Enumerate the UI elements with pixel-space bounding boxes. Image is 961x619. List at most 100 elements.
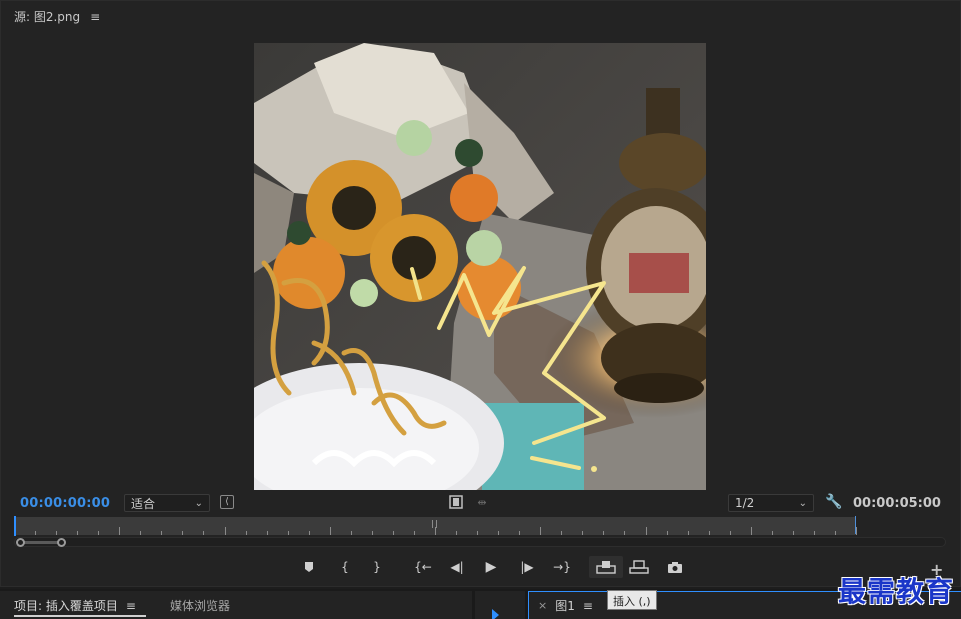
ruler-tick	[456, 531, 457, 535]
ruler-tick	[140, 531, 141, 535]
ruler-tick	[793, 531, 794, 535]
chevron-down-icon: ⌄	[798, 497, 807, 509]
ruler-tick	[35, 531, 36, 535]
go-to-out-icon: →}	[553, 560, 571, 574]
tools-panel	[475, 591, 525, 619]
resolution-select-value: 1/2	[735, 496, 755, 510]
ruler-tick	[267, 531, 268, 535]
ruler-tick	[119, 527, 120, 535]
step-back-button[interactable]: ◀|	[445, 556, 469, 578]
ruler-tick	[751, 527, 752, 535]
ruler-tick	[56, 531, 57, 535]
playhead[interactable]	[14, 516, 16, 536]
compare-icon[interactable]: ⇹	[475, 495, 489, 509]
camera-icon	[668, 562, 682, 573]
monitor-controls-row: 00:00:00:00 适合 ⌄ ⟨ ⇹ 1/2 ⌄ 🔧 00:00:05:00	[0, 492, 961, 514]
mark-in-icon: {	[341, 560, 349, 574]
ruler-tick	[246, 531, 247, 535]
sequence-tab[interactable]: × 图1 ≡	[538, 597, 593, 614]
close-icon[interactable]: ×	[538, 599, 547, 612]
ruler-tick	[835, 531, 836, 535]
ruler-tick	[477, 531, 478, 535]
zoom-scrollbar[interactable]	[14, 537, 946, 547]
ruler-tick	[772, 531, 773, 535]
mark-out-icon: }	[373, 560, 381, 574]
ruler-tick	[540, 527, 541, 535]
marker-icon	[305, 562, 313, 572]
ruler-tick	[435, 527, 436, 535]
go-to-out-button[interactable]: →}	[550, 556, 574, 578]
insert-button[interactable]	[589, 556, 623, 578]
overwrite-icon	[629, 560, 649, 574]
safe-margin-icon[interactable]: ⟨	[220, 495, 234, 509]
ruler-tick	[856, 527, 857, 535]
project-tab-label: 项目: 插入覆盖项目	[14, 599, 118, 613]
ruler-tick	[225, 527, 226, 535]
mark-out-button[interactable]: }	[365, 556, 389, 578]
sequence-tab-label: 图1	[555, 599, 575, 613]
ruler-tick	[730, 531, 731, 535]
timecode-in[interactable]: 00:00:00:00	[20, 496, 110, 511]
step-forward-icon: |▶	[520, 560, 534, 574]
timecode-duration: 00:00:05:00	[853, 496, 941, 511]
ruler-tick	[414, 531, 415, 535]
fit-select[interactable]: 适合 ⌄	[124, 494, 210, 512]
source-tab-label: 源: 图2.png	[14, 10, 81, 24]
time-ruler[interactable]	[14, 517, 857, 535]
ruler-tick	[203, 531, 204, 535]
panel-menu-icon[interactable]: ≡	[126, 599, 136, 613]
insert-tooltip: 插入 (,)	[607, 590, 657, 610]
add-marker-button[interactable]	[297, 556, 321, 578]
active-tab-underline	[14, 615, 146, 617]
ruler-tick	[814, 531, 815, 535]
panel-menu-icon[interactable]: ≡	[90, 10, 100, 24]
insert-icon	[596, 561, 616, 574]
ruler-tick	[519, 531, 520, 535]
panel-menu-icon[interactable]: ≡	[583, 599, 593, 613]
overwrite-button[interactable]	[627, 556, 651, 578]
ruler-tick	[688, 531, 689, 535]
media-browser-tab[interactable]: 媒体浏览器	[170, 597, 230, 614]
ruler-tick	[288, 531, 289, 535]
ruler-tick	[309, 531, 310, 535]
zoom-range	[20, 541, 62, 544]
ruler-tick	[498, 531, 499, 535]
ruler-tick	[624, 531, 625, 535]
play-icon: ▶	[485, 559, 497, 575]
ruler-tick	[603, 531, 604, 535]
ruler-tick	[667, 531, 668, 535]
go-to-in-icon: {←	[414, 560, 432, 574]
zoom-handle-right[interactable]	[57, 538, 66, 547]
chevron-down-icon: ⌄	[194, 497, 203, 509]
fit-select-value: 适合	[131, 496, 156, 511]
ruler-tick	[77, 531, 78, 535]
wrench-icon[interactable]: 🔧	[825, 494, 842, 510]
go-to-in-button[interactable]: {←	[411, 556, 435, 578]
ruler-tick	[709, 531, 710, 535]
step-back-icon: ◀|	[450, 560, 464, 574]
export-frame-button[interactable]	[663, 556, 687, 578]
ruler-tick	[372, 531, 373, 535]
ruler-tick	[646, 527, 647, 535]
ruler-center-mark	[432, 520, 437, 528]
end-marker	[855, 516, 856, 534]
resolution-select[interactable]: 1/2 ⌄	[728, 494, 814, 512]
mark-in-button[interactable]: {	[333, 556, 357, 578]
zoom-handle-left[interactable]	[16, 538, 25, 547]
transport-controls: { } {← ◀| ▶ |▶ →}	[0, 556, 961, 578]
source-tab[interactable]: 源: 图2.png ≡	[14, 8, 100, 25]
ruler-tick	[182, 531, 183, 535]
source-viewer-image	[254, 43, 706, 490]
ruler-tick	[161, 531, 162, 535]
ruler-tick	[330, 527, 331, 535]
ruler-tick	[393, 531, 394, 535]
film-icon[interactable]	[449, 495, 463, 509]
selection-tool-icon[interactable]	[492, 609, 499, 619]
project-tab[interactable]: 项目: 插入覆盖项目 ≡	[14, 597, 136, 614]
ruler-tick	[582, 531, 583, 535]
play-button[interactable]: ▶	[479, 556, 503, 578]
ruler-tick	[561, 531, 562, 535]
ruler-tick	[98, 531, 99, 535]
watermark-logo: 最需教育	[838, 575, 955, 608]
step-forward-button[interactable]: |▶	[515, 556, 539, 578]
